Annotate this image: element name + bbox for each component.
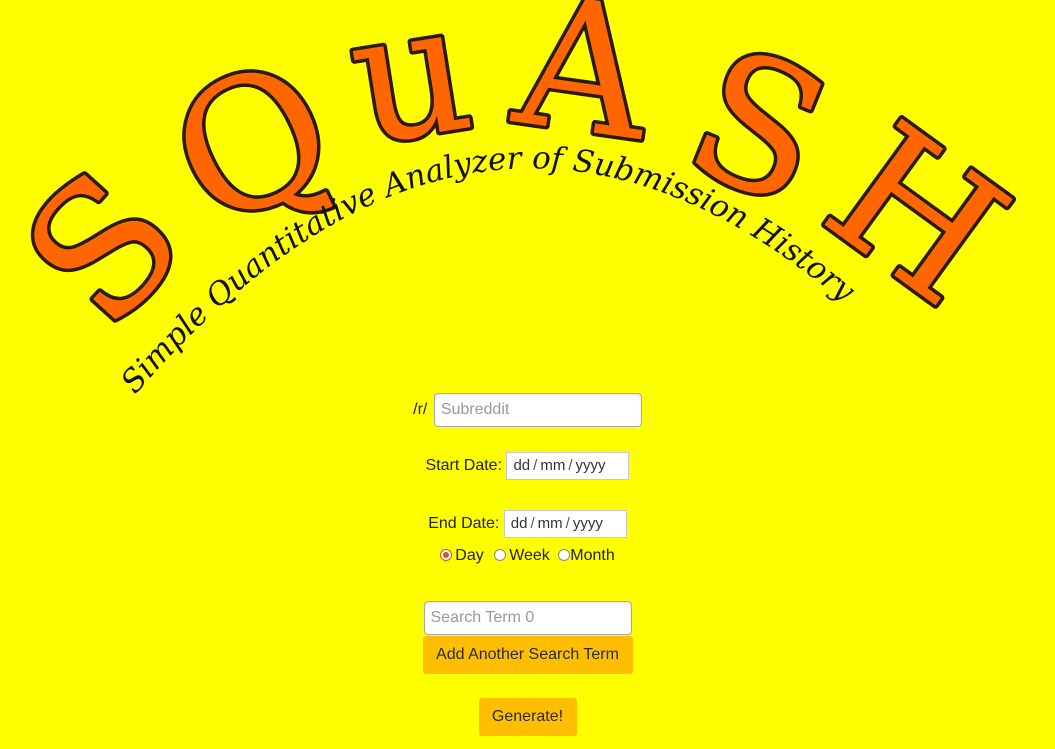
start-date-year: yyyy	[575, 457, 606, 474]
radio-option-month[interactable]: Month	[558, 547, 615, 564]
radio-week[interactable]	[494, 549, 507, 561]
generate-row: Generate!	[0, 698, 1055, 736]
add-term-row: Add Another Search Term	[0, 636, 1055, 674]
add-search-term-button[interactable]: Add Another Search Term	[422, 636, 633, 674]
start-date-label: Start Date:	[425, 457, 503, 474]
start-date-month: mm	[540, 457, 566, 474]
radio-month[interactable]	[558, 549, 571, 561]
end-date-input[interactable]: dd / mm / yyyy	[503, 510, 627, 538]
subreddit-row: /r/	[0, 393, 1055, 427]
end-date-sep-2: /	[565, 515, 570, 532]
end-date-row: End Date: dd / mm / yyyy	[0, 510, 1055, 538]
radio-day[interactable]	[440, 549, 453, 561]
search-term-input[interactable]	[423, 601, 632, 635]
radio-week-label: Week	[509, 547, 550, 564]
generate-button[interactable]: Generate!	[478, 698, 577, 736]
radio-option-day[interactable]: Day	[440, 547, 488, 564]
end-date-label: End Date:	[428, 515, 500, 532]
start-date-row: Start Date: dd / mm / yyyy	[0, 452, 1055, 480]
start-date-day: dd	[513, 457, 531, 474]
radio-option-week[interactable]: Week	[494, 547, 554, 564]
search-form: /r/ Start Date: dd/mm/yyyy End Date: dd/…	[0, 0, 1055, 749]
radio-month-label: Month	[570, 547, 615, 564]
end-date-sep-1: /	[530, 515, 535, 532]
subreddit-prefix-label: /r/	[413, 401, 428, 418]
subreddit-input[interactable]	[433, 393, 642, 427]
end-date-year: yyyy	[572, 515, 603, 532]
start-date-sep-1: /	[533, 457, 538, 474]
start-date-input[interactable]: dd / mm / yyyy	[506, 452, 630, 480]
search-term-row	[0, 601, 1055, 635]
end-date-month: mm	[537, 515, 563, 532]
end-date-day: dd	[510, 515, 528, 532]
start-date-sep-2: /	[568, 457, 573, 474]
interval-radio-group: Day Week Month	[0, 547, 1055, 565]
page: S Q u A S H Simple Quantitative Analyzer…	[0, 0, 1055, 749]
radio-day-label: Day	[455, 547, 484, 564]
